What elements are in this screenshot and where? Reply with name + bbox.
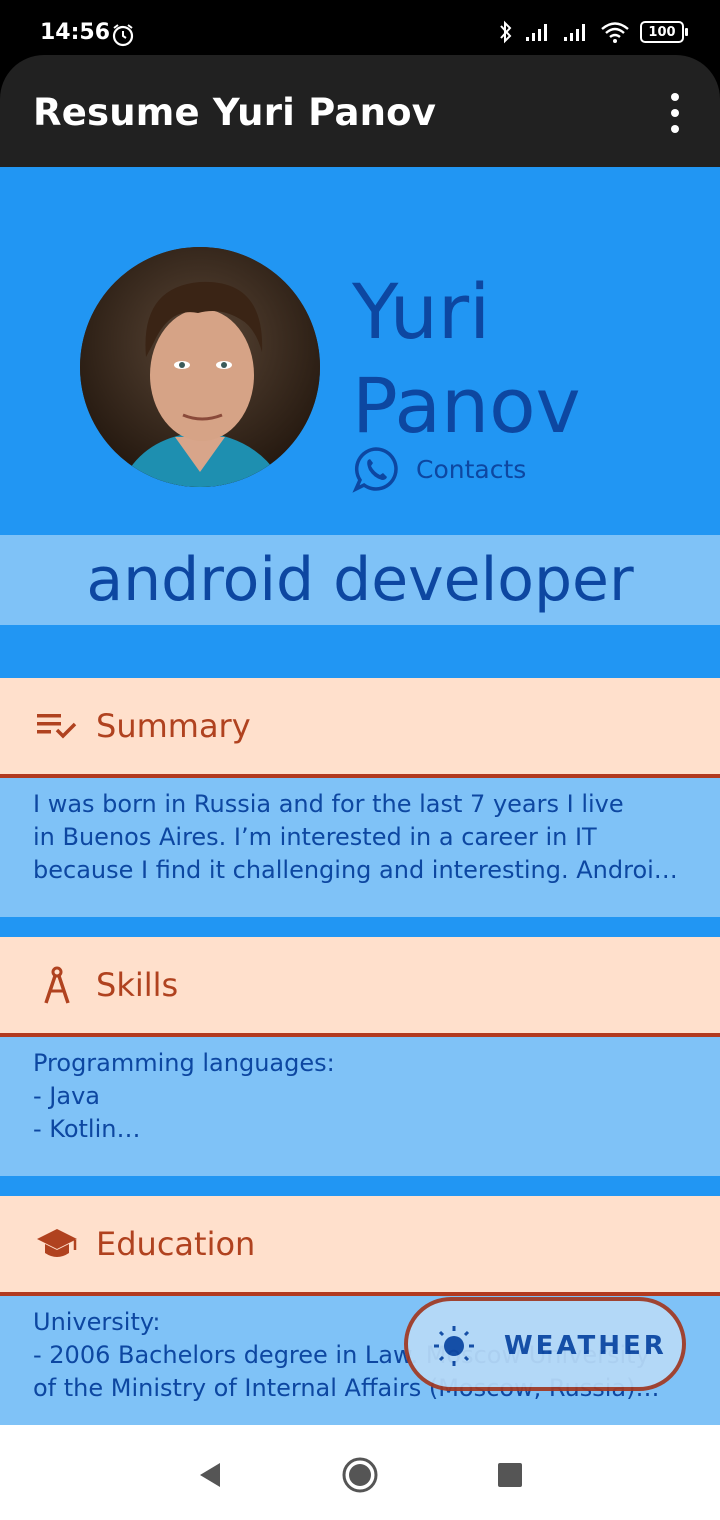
contacts-label: Contacts bbox=[416, 454, 527, 484]
weather-button-label: WEATHER bbox=[504, 1331, 667, 1361]
section-title: Skills bbox=[96, 966, 179, 1004]
resume-content[interactable]: Yuri Panov Contacts android developer Su… bbox=[0, 167, 720, 1425]
recents-icon[interactable] bbox=[490, 1455, 530, 1495]
weather-button[interactable]: WEATHER bbox=[404, 1297, 686, 1391]
skills-line: - Kotlin… bbox=[33, 1115, 141, 1143]
first-name: Yuri bbox=[352, 267, 491, 356]
contacts-button[interactable]: Contacts bbox=[352, 445, 526, 493]
section-body-skills[interactable]: Programming languages: - Java - Kotlin… bbox=[0, 1037, 720, 1176]
avatar bbox=[80, 247, 320, 487]
summary-line: I was born in Russia and for the last 7 … bbox=[33, 790, 624, 818]
section-title: Education bbox=[96, 1225, 256, 1263]
back-icon[interactable] bbox=[190, 1455, 230, 1495]
status-icons: 100 bbox=[498, 20, 688, 44]
sun-icon bbox=[434, 1326, 474, 1366]
signal-icon bbox=[564, 24, 585, 41]
whatsapp-icon bbox=[352, 447, 398, 493]
role-band: android developer bbox=[0, 535, 720, 625]
battery-icon: 100 bbox=[640, 21, 688, 43]
section-header-skills[interactable]: Skills bbox=[0, 937, 720, 1037]
profile-photo bbox=[80, 247, 320, 487]
wifi-icon bbox=[601, 22, 629, 43]
graduation-cap-icon bbox=[34, 1221, 80, 1267]
status-time: 14:56 bbox=[40, 20, 111, 45]
navigation-bar bbox=[0, 1425, 720, 1520]
skills-line: Programming languages: bbox=[33, 1049, 335, 1077]
summary-line: because I find it challenging and intere… bbox=[33, 856, 678, 884]
home-icon[interactable] bbox=[340, 1455, 380, 1495]
overflow-menu-icon[interactable] bbox=[660, 93, 690, 133]
section-title: Summary bbox=[96, 707, 251, 745]
app-bar: Resume Yuri Panov bbox=[0, 55, 720, 167]
role-title: android developer bbox=[86, 545, 634, 615]
section-header-summary[interactable]: Summary bbox=[0, 678, 720, 778]
app-title: Resume Yuri Panov bbox=[33, 91, 437, 134]
alarm-icon bbox=[112, 24, 134, 47]
signal-icon bbox=[526, 24, 547, 41]
summary-line: in Buenos Aires. I’m interested in a car… bbox=[33, 823, 597, 851]
checklist-icon bbox=[34, 703, 80, 749]
section-body-summary[interactable]: I was born in Russia and for the last 7 … bbox=[0, 778, 720, 917]
bluetooth-icon bbox=[500, 20, 512, 44]
compass-icon bbox=[34, 962, 80, 1008]
skills-line: - Java bbox=[33, 1082, 100, 1110]
section-header-education[interactable]: Education bbox=[0, 1196, 720, 1296]
profile-name: Yuri Panov bbox=[352, 265, 581, 453]
last-name: Panov bbox=[352, 361, 581, 450]
